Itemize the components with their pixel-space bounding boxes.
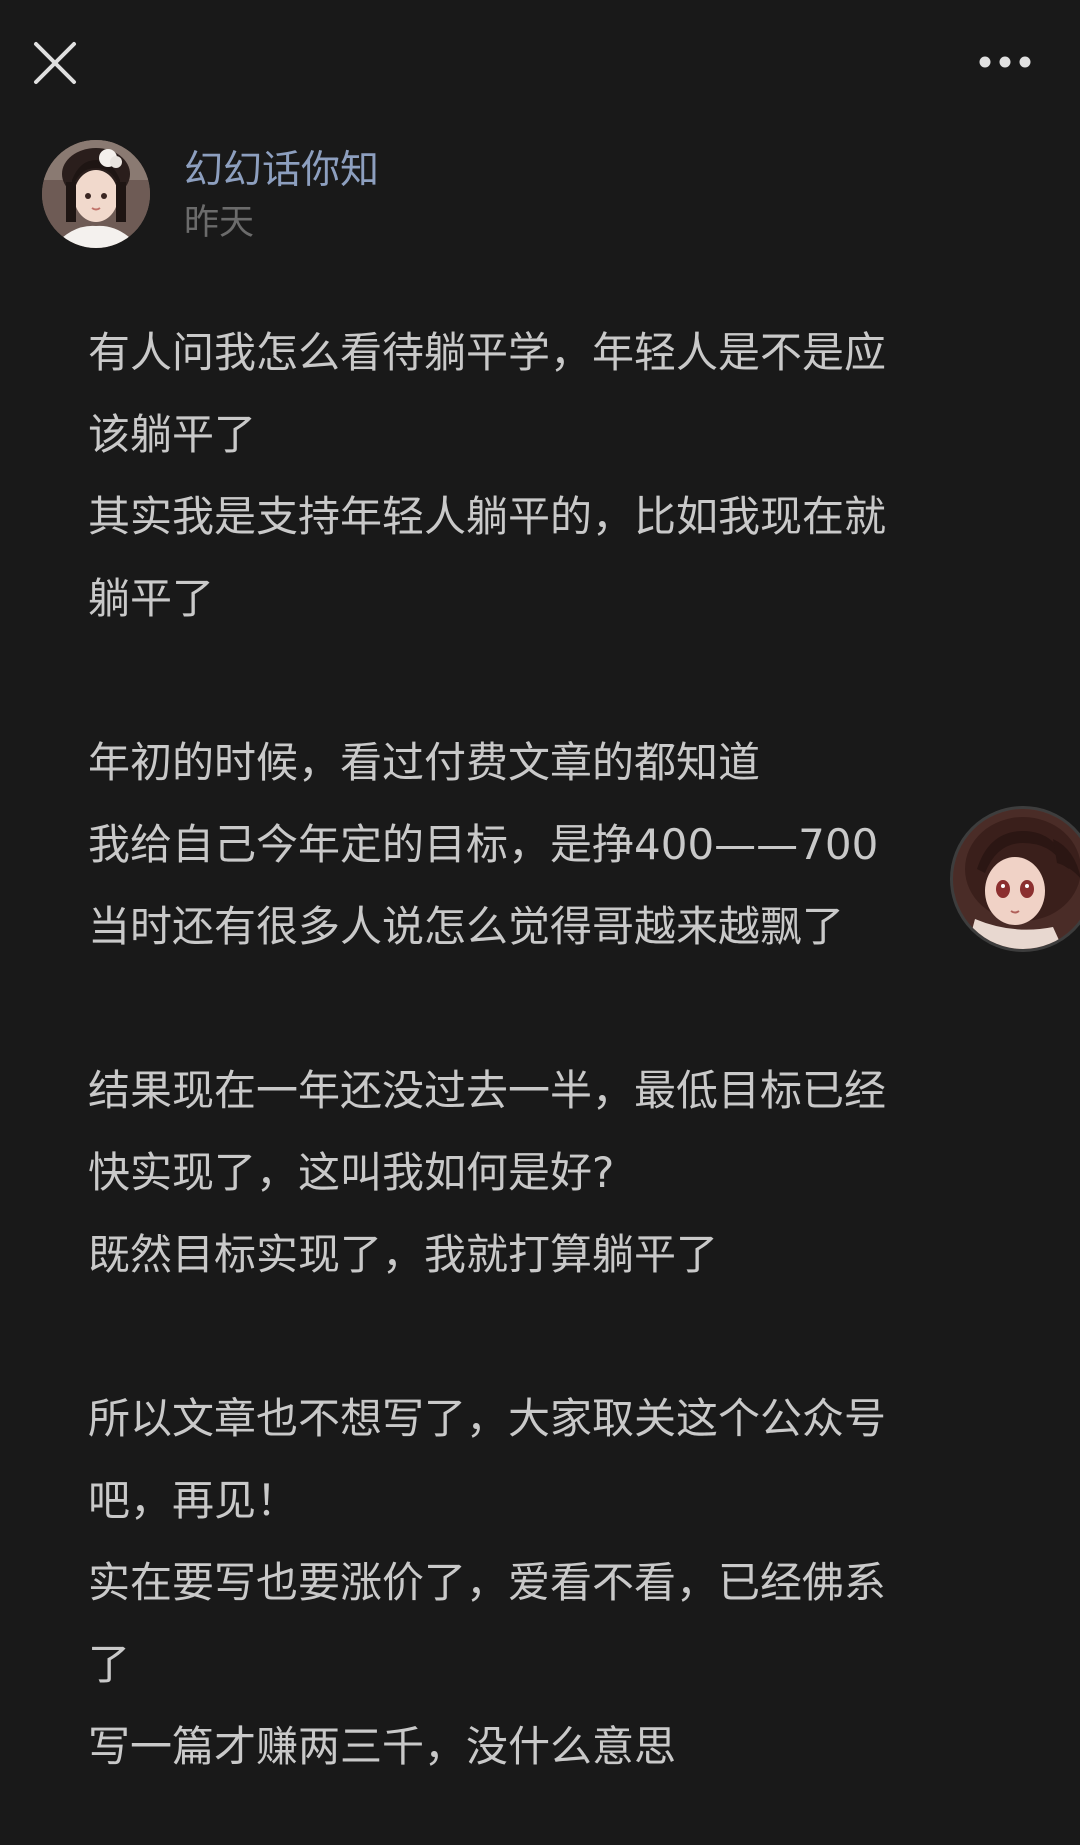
content-line: 既然目标实现了，我就打算躺平了 xyxy=(88,1230,719,1279)
author-avatar[interactable] xyxy=(42,140,150,248)
content-line: 快实现了，这叫我如何是好? xyxy=(88,1148,615,1197)
post-content: 有人问我怎么看待躺平学，年轻人是不是应 该躺平了 其实我是支持年轻人躺平的，比如… xyxy=(88,312,968,1788)
floating-audio-avatar[interactable] xyxy=(950,806,1080,952)
content-line: 年初的时候，看过付费文章的都知道 xyxy=(88,738,761,787)
content-line: 该躺平了 xyxy=(88,410,257,459)
content-line: 结果现在一年还没过去一半，最低目标已经 xyxy=(88,1066,887,1115)
content-line: 当时还有很多人说怎么觉得哥越来越飘了 xyxy=(88,902,845,951)
top-bar xyxy=(0,0,1080,125)
content-line: 有人问我怎么看待躺平学，年轻人是不是应 xyxy=(88,328,887,377)
content-line: 了 xyxy=(88,1640,131,1689)
author-header: 幻幻话你知 昨天 xyxy=(42,140,742,250)
author-name[interactable]: 幻幻话你知 xyxy=(184,146,379,196)
more-dots-icon xyxy=(979,56,1031,68)
close-icon xyxy=(34,42,76,84)
content-line: 所以文章也不想写了，大家取关这个公众号 xyxy=(88,1394,887,1443)
content-line: 躺平了 xyxy=(88,574,215,623)
close-button[interactable] xyxy=(30,38,80,88)
content-line: 实在要写也要涨价了，爱看不看，已经佛系 xyxy=(88,1558,887,1607)
post-time: 昨天 xyxy=(184,203,255,243)
content-line: 写一篇才赚两三千，没什么意思 xyxy=(88,1722,677,1771)
content-line: 我给自己今年定的目标，是挣400——700 xyxy=(88,820,879,869)
content-line: 吧，再见！ xyxy=(88,1476,299,1525)
content-line: 其实我是支持年轻人躺平的，比如我现在就 xyxy=(88,492,887,541)
more-options-button[interactable] xyxy=(978,45,1032,79)
